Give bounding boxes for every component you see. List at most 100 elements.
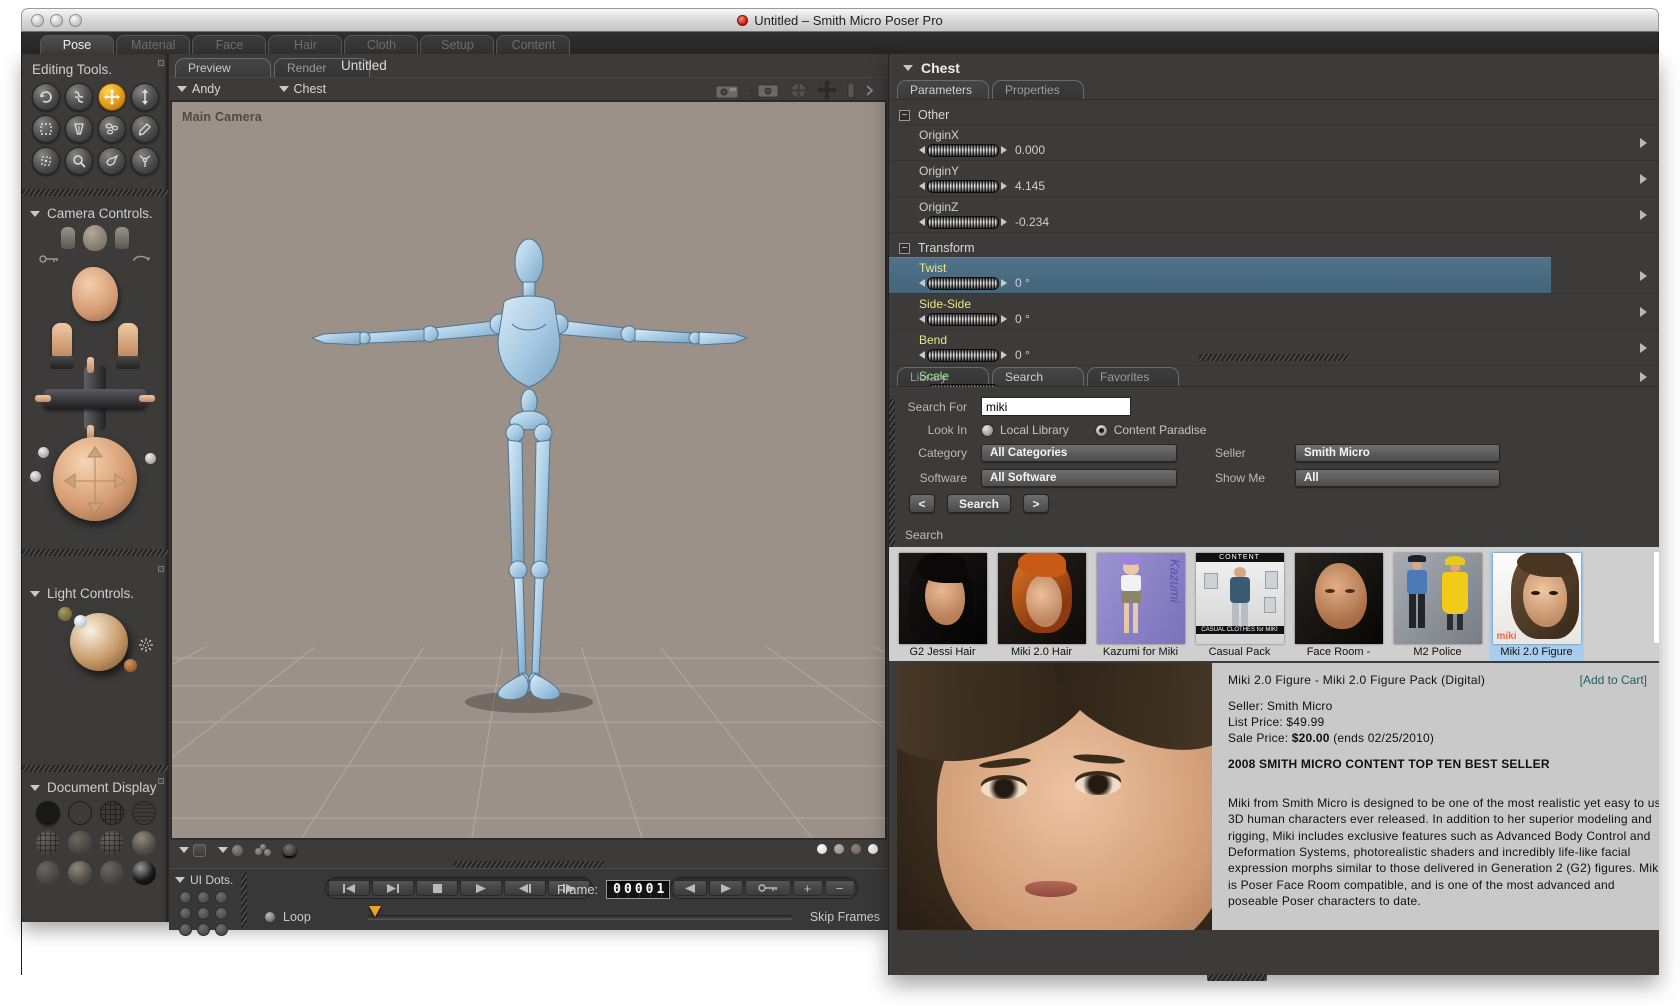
first-frame-button[interactable] bbox=[328, 880, 370, 896]
collapse-other-group[interactable]: − bbox=[899, 109, 910, 121]
loop-indicator-led[interactable] bbox=[265, 912, 275, 922]
ui-dot-3[interactable] bbox=[215, 891, 228, 904]
result-miki-20-hair[interactable]: Miki 2.0 Hair bbox=[994, 552, 1089, 661]
bend-dial[interactable] bbox=[919, 348, 1007, 362]
face-camera-control[interactable] bbox=[72, 267, 118, 321]
prev-keyframe-button[interactable] bbox=[673, 880, 707, 896]
light-panel-grip[interactable] bbox=[158, 566, 164, 572]
delete-keyframe-button[interactable]: − bbox=[825, 880, 855, 896]
collapse-parameters-icon[interactable] bbox=[903, 65, 913, 71]
originx-dial[interactable] bbox=[919, 143, 1007, 157]
camera-name-label[interactable]: Main Camera bbox=[182, 110, 262, 124]
taper-tool[interactable] bbox=[65, 115, 93, 143]
scale-tool[interactable] bbox=[32, 115, 60, 143]
tab-preview[interactable]: Preview bbox=[175, 58, 271, 77]
sideside-value[interactable]: 0 ° bbox=[1015, 312, 1030, 326]
display-style-smooth-lined[interactable] bbox=[68, 861, 92, 885]
panel-expand-chevron-icon[interactable] bbox=[865, 84, 874, 97]
right-hand-camera-control[interactable] bbox=[115, 227, 129, 249]
collapse-camera-controls-icon[interactable] bbox=[30, 210, 40, 217]
edit-keyframes-button[interactable] bbox=[745, 880, 791, 896]
depth-cue-dropdown-icon[interactable] bbox=[179, 847, 189, 853]
content-paradise-radio[interactable] bbox=[1094, 423, 1108, 437]
ui-dot-9[interactable] bbox=[215, 923, 228, 936]
collapse-document-display-icon[interactable] bbox=[30, 784, 40, 791]
direct-manipulation-tool[interactable] bbox=[131, 147, 159, 175]
ui-dot-1[interactable] bbox=[179, 891, 192, 904]
figure-mini-icon[interactable] bbox=[847, 82, 855, 99]
display-style-sketch[interactable] bbox=[132, 861, 156, 885]
originy-options-arrow[interactable] bbox=[1640, 173, 1647, 184]
category-dropdown[interactable]: All Categories bbox=[981, 444, 1177, 462]
bend-value[interactable]: 0 ° bbox=[1015, 348, 1030, 362]
tab-parameters[interactable]: Parameters bbox=[897, 80, 989, 99]
originz-value[interactable]: -0.234 bbox=[1015, 215, 1049, 229]
local-library-radio[interactable] bbox=[981, 423, 994, 437]
result-casual-pack[interactable]: CONTENT CASUAL CLOTHES for MIKI Casual P… bbox=[1192, 552, 1287, 661]
twist-tool[interactable] bbox=[65, 83, 93, 111]
display-style-texture-shaded[interactable] bbox=[100, 861, 124, 885]
camera-dot-left-upper[interactable] bbox=[38, 447, 49, 458]
tab-properties[interactable]: Properties bbox=[992, 80, 1084, 99]
view-pane-dot-3[interactable] bbox=[851, 844, 861, 854]
scale-options-arrow[interactable] bbox=[1640, 371, 1647, 382]
view-pane-dot-1[interactable] bbox=[817, 844, 827, 854]
play-button[interactable] bbox=[460, 880, 502, 896]
camera-icon[interactable] bbox=[714, 82, 740, 99]
camera-dot-left-lower[interactable] bbox=[30, 471, 41, 482]
content-paradise-label[interactable]: Content Paradise bbox=[1114, 423, 1207, 437]
display-style-flat-shaded[interactable] bbox=[68, 831, 92, 855]
next-keyframe-button[interactable] bbox=[709, 880, 743, 896]
timeline-scrubber[interactable] bbox=[366, 906, 792, 919]
view-pane-dot-4[interactable] bbox=[868, 844, 878, 854]
step-back-button[interactable] bbox=[504, 880, 546, 896]
sideside-dial[interactable] bbox=[919, 312, 1007, 326]
panel-resize-grip[interactable] bbox=[1207, 974, 1267, 981]
originy-dial[interactable] bbox=[919, 179, 1007, 193]
actor-select[interactable]: Andy bbox=[177, 82, 221, 96]
animation-key-icon[interactable] bbox=[38, 253, 60, 265]
collapse-ui-dots-icon[interactable] bbox=[175, 877, 185, 883]
tab-hair[interactable]: Hair bbox=[268, 35, 343, 54]
multi-ball-icon[interactable] bbox=[255, 844, 271, 856]
search-input[interactable] bbox=[981, 397, 1131, 416]
result-kazumi-for-miki[interactable]: Kazumi Kazumi for Miki bbox=[1093, 552, 1188, 661]
close-button[interactable] bbox=[31, 14, 44, 27]
ui-dot-7[interactable] bbox=[179, 923, 192, 936]
light-indicator-3[interactable] bbox=[124, 659, 137, 672]
playhead[interactable] bbox=[368, 906, 381, 917]
display-style-lit-wireframe[interactable] bbox=[36, 831, 60, 855]
tab-cloth[interactable]: Cloth bbox=[344, 35, 419, 54]
head-camera-control[interactable] bbox=[83, 225, 107, 251]
move-camera-control[interactable] bbox=[35, 357, 155, 441]
originz-dial[interactable] bbox=[919, 215, 1007, 229]
software-dropdown[interactable]: All Software bbox=[981, 469, 1177, 487]
create-light-icon[interactable] bbox=[138, 637, 154, 653]
title-bar[interactable]: Untitled – Smith Micro Poser Pro bbox=[21, 8, 1659, 32]
add-to-cart-link[interactable]: [Add to Cart] bbox=[1580, 673, 1647, 687]
morphing-tool[interactable] bbox=[98, 115, 126, 143]
left-hand-camera-control[interactable] bbox=[61, 227, 75, 249]
local-library-label[interactable]: Local Library bbox=[1000, 423, 1069, 437]
trackball-mini-icon[interactable] bbox=[790, 82, 807, 99]
tab-content[interactable]: Content bbox=[496, 35, 571, 54]
display-style-smooth-shaded[interactable] bbox=[36, 861, 60, 885]
element-style-ball-icon[interactable] bbox=[232, 844, 243, 856]
light-indicator-2[interactable] bbox=[74, 615, 87, 628]
zoom-button[interactable] bbox=[69, 14, 82, 27]
display-style-outline[interactable] bbox=[68, 801, 92, 825]
result-m2-police[interactable]: M2 Police bbox=[1390, 552, 1485, 661]
display-style-hidden-line[interactable] bbox=[132, 801, 156, 825]
translate-pull-tool[interactable] bbox=[98, 83, 126, 111]
collapse-transform-group[interactable]: − bbox=[899, 242, 910, 254]
shadow-ball-icon[interactable] bbox=[283, 844, 296, 856]
current-frame-counter[interactable]: 00001 bbox=[606, 880, 671, 899]
twist-value[interactable]: 0 ° bbox=[1015, 276, 1030, 290]
ui-dot-8[interactable] bbox=[197, 923, 210, 936]
collapse-light-controls-icon[interactable] bbox=[30, 590, 40, 597]
tab-face[interactable]: Face bbox=[192, 35, 267, 54]
twist-dial[interactable] bbox=[919, 276, 1007, 290]
show-me-dropdown[interactable]: All bbox=[1295, 469, 1500, 487]
rotate-tool[interactable] bbox=[32, 83, 60, 111]
sideside-options-arrow[interactable] bbox=[1640, 306, 1647, 317]
